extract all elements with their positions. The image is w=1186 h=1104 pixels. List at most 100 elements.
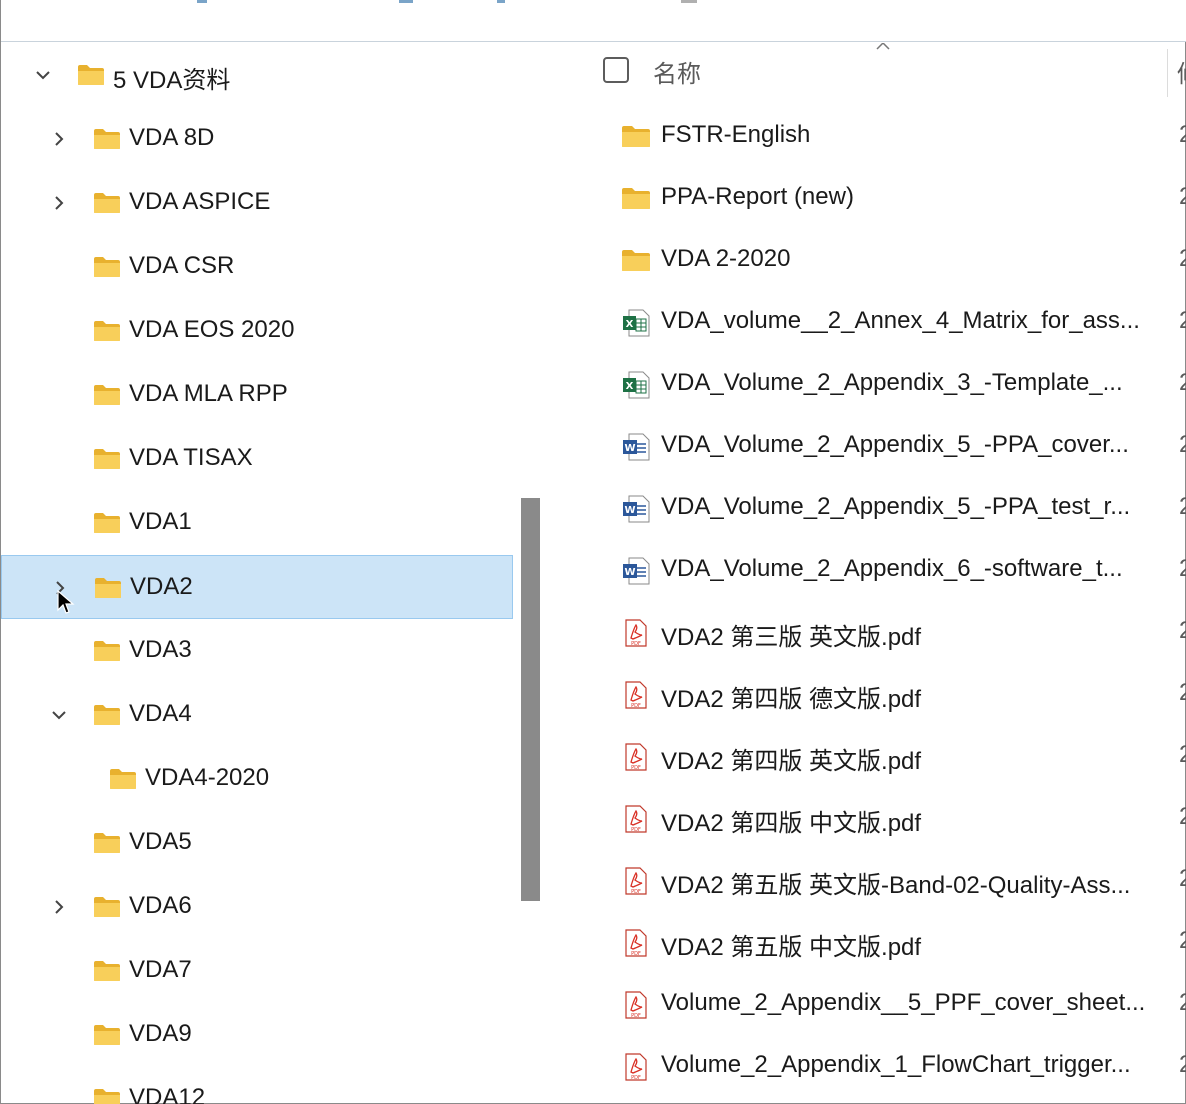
nav-item[interactable]: VDA4 xyxy=(1,683,513,747)
chevron-right-icon[interactable] xyxy=(49,193,69,213)
nav-item-label: VDA3 xyxy=(129,636,192,663)
file-row[interactable]: PDF VDA2 第五版 中文版.pdf 2 xyxy=(591,912,1186,974)
nav-item[interactable]: VDA3 xyxy=(1,619,513,683)
file-date-modified: 2 xyxy=(1179,555,1186,582)
file-name: VDA2 第五版 中文版.pdf xyxy=(661,934,922,961)
file-date-modified: 2 xyxy=(1179,803,1186,830)
file-date-modified: 2 xyxy=(1179,183,1186,210)
file-row[interactable]: X VDA_Volume_2_Appendix_3_-Template_... 2 xyxy=(591,354,1186,416)
select-all-checkbox[interactable] xyxy=(603,57,629,83)
nav-item[interactable]: VDA EOS 2020 xyxy=(1,299,513,363)
nav-item[interactable]: VDA 8D xyxy=(1,107,513,171)
svg-text:PDF: PDF xyxy=(631,1075,641,1081)
nav-item[interactable]: VDA9 xyxy=(1,1003,513,1067)
pdf-icon: PDF xyxy=(621,866,651,896)
nav-item[interactable]: VDA MLA RPP xyxy=(1,363,513,427)
folder-icon xyxy=(93,1024,121,1046)
chevron-down-icon[interactable] xyxy=(33,65,53,85)
nav-item[interactable]: VDA2 xyxy=(1,555,513,619)
column-divider[interactable] xyxy=(1167,49,1168,97)
folder-icon xyxy=(621,122,651,152)
file-row[interactable]: PDF VDA2 第四版 德文版.pdf 2 xyxy=(591,664,1186,726)
pdf-icon: PDF xyxy=(621,680,651,710)
excel-icon: X xyxy=(621,308,651,338)
navigation-pane[interactable]: 5 VDA资料 VDA 8D VDA ASPICE VDA CSR VDA EO… xyxy=(1,43,541,1104)
file-date-modified: 2 xyxy=(1179,493,1186,520)
file-row[interactable]: W VDA_Volume_2_Appendix_5_-PPA_test_r... 2 xyxy=(591,478,1186,540)
svg-text:W: W xyxy=(624,567,635,578)
file-row[interactable]: W VDA_Volume_2_Appendix_5_-PPA_cover... 2 xyxy=(591,416,1186,478)
toolbar-fragment xyxy=(197,0,207,3)
file-name: VDA2 第四版 德文版.pdf xyxy=(661,686,922,713)
nav-scrollbar[interactable] xyxy=(521,498,540,901)
file-date-modified: 2 xyxy=(1179,245,1186,272)
pdf-icon: PDF xyxy=(621,742,651,772)
column-header-row: 名称 修 xyxy=(591,43,1186,99)
svg-text:X: X xyxy=(626,381,634,392)
file-row[interactable]: X VDA_volume__2_Annex_4_Matrix_for_ass...… xyxy=(591,292,1186,354)
file-row[interactable]: PPA-Report (new) 2 xyxy=(591,168,1186,230)
folder-icon xyxy=(93,448,121,470)
file-date-modified: 2 xyxy=(1179,431,1186,458)
file-row[interactable]: W VDA_Volume_2_Appendix_6_-software_t... 2 xyxy=(591,540,1186,602)
file-name: VDA_Volume_2_Appendix_6_-software_t... xyxy=(661,555,1123,582)
file-row[interactable]: VDA 2-2020 2 xyxy=(591,230,1186,292)
nav-item-label: VDA7 xyxy=(129,956,192,983)
nav-item-label: VDA9 xyxy=(129,1020,192,1047)
nav-item[interactable]: VDA5 xyxy=(1,811,513,875)
chevron-down-icon[interactable] xyxy=(49,705,69,725)
file-date-modified: 2 xyxy=(1179,617,1186,644)
file-row[interactable]: PDF Volume_2_Appendix_1_FlowChart_trigger… xyxy=(591,1036,1186,1098)
nav-item[interactable]: VDA CSR xyxy=(1,235,513,299)
svg-text:PDF: PDF xyxy=(631,765,641,771)
column-header-name[interactable]: 名称 xyxy=(653,54,701,89)
svg-text:PDF: PDF xyxy=(631,641,641,647)
file-row[interactable]: PDF VDA2 第四版 中文版.pdf 2 xyxy=(591,788,1186,850)
file-date-modified: 2 xyxy=(1179,741,1186,768)
file-row[interactable]: PDF VDA2 第三版 英文版.pdf 2 xyxy=(591,602,1186,664)
file-row[interactable]: FSTR-English 2 xyxy=(591,106,1186,168)
file-row[interactable]: PDF VDA2 第五版 英文版-Band-02-Quality-Ass... 2 xyxy=(591,850,1186,912)
nav-item-label: VDA TISAX xyxy=(129,444,253,471)
nav-item-label: VDA4 xyxy=(129,700,192,727)
nav-item[interactable]: VDA4-2020 xyxy=(1,747,513,811)
svg-text:W: W xyxy=(624,505,635,516)
nav-item[interactable]: VDA1 xyxy=(1,491,513,555)
folder-icon xyxy=(93,128,121,150)
nav-item[interactable]: VDA7 xyxy=(1,939,513,1003)
word-icon: W xyxy=(621,556,651,586)
sort-ascending-icon xyxy=(876,43,890,50)
pdf-icon: PDF xyxy=(621,804,651,834)
file-name: VDA2 第三版 英文版.pdf xyxy=(661,624,922,651)
svg-text:PDF: PDF xyxy=(631,827,641,833)
nav-item[interactable]: VDA TISAX xyxy=(1,427,513,491)
chevron-right-icon[interactable] xyxy=(49,129,69,149)
folder-icon xyxy=(93,640,121,662)
file-date-modified: 2 xyxy=(1179,865,1186,892)
file-name: Volume_2_Appendix__5_PPF_cover_sheet... xyxy=(661,989,1146,1016)
file-date-modified: 2 xyxy=(1179,989,1186,1016)
nav-item[interactable]: 5 VDA资料 xyxy=(1,43,513,107)
svg-text:W: W xyxy=(624,443,635,454)
folder-icon xyxy=(93,832,121,854)
nav-item[interactable]: VDA ASPICE xyxy=(1,171,513,235)
folder-icon xyxy=(621,246,651,276)
nav-item-label: VDA2 xyxy=(130,573,193,600)
nav-item-label: VDA1 xyxy=(129,508,192,535)
file-row[interactable]: PDF Volume_2_Appendix__5_PPF_cover_sheet.… xyxy=(591,974,1186,1036)
svg-text:PDF: PDF xyxy=(631,889,641,895)
column-header-modified[interactable]: 修 xyxy=(1177,54,1186,89)
svg-text:PDF: PDF xyxy=(631,703,641,709)
file-date-modified: 2 xyxy=(1179,121,1186,148)
nav-item[interactable]: VDA12 xyxy=(1,1067,513,1104)
nav-item[interactable]: VDA6 xyxy=(1,875,513,939)
file-name: VDA_Volume_2_Appendix_3_-Template_... xyxy=(661,369,1123,396)
toolbar-fragment xyxy=(399,0,413,3)
chevron-right-icon[interactable] xyxy=(49,897,69,917)
svg-text:X: X xyxy=(626,319,634,330)
file-list-pane: 名称 修 FSTR-English 2 PPA-Report (new) 2 VDA… xyxy=(591,43,1186,1104)
svg-text:PDF: PDF xyxy=(631,951,641,957)
folder-icon xyxy=(93,704,121,726)
file-row[interactable]: PDF VDA2 第四版 英文版.pdf 2 xyxy=(591,726,1186,788)
word-icon: W xyxy=(621,494,651,524)
